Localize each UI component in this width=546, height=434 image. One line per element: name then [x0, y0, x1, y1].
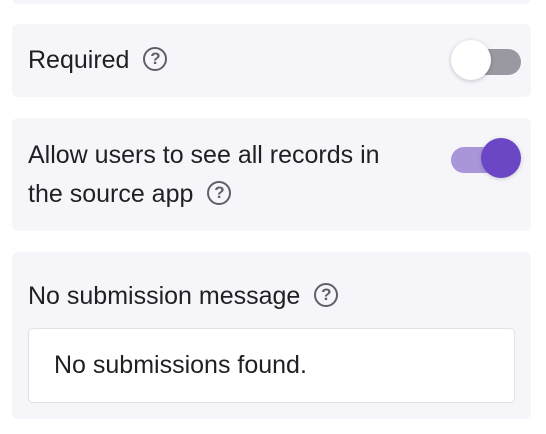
toggle-knob — [451, 40, 491, 80]
allow-users-toggle[interactable] — [451, 137, 521, 179]
required-setting-row: Required? — [12, 24, 531, 97]
help-icon[interactable]: ? — [207, 181, 232, 206]
no-submission-label-wrap: No submission message? — [28, 276, 339, 316]
toggle-knob — [481, 138, 521, 178]
allow-users-label-line2: the source app — [28, 180, 194, 208]
allow-users-label-line1: Allow users to see all records in — [28, 141, 380, 169]
allow-users-setting-row: Allow users to see all records in the so… — [12, 118, 531, 231]
required-label: Required — [28, 46, 130, 74]
allow-users-label-wrap: the source app? — [28, 174, 232, 214]
required-label-wrap: Required? — [28, 40, 168, 80]
required-toggle[interactable] — [451, 39, 521, 81]
no-submission-message-field[interactable]: No submissions found. — [28, 328, 515, 403]
no-submission-label: No submission message — [28, 282, 301, 310]
help-icon[interactable]: ? — [143, 47, 168, 72]
no-submission-setting-panel: No submission message? No submissions fo… — [12, 252, 531, 419]
help-icon[interactable]: ? — [314, 283, 339, 308]
previous-setting-panel — [12, 0, 531, 4]
